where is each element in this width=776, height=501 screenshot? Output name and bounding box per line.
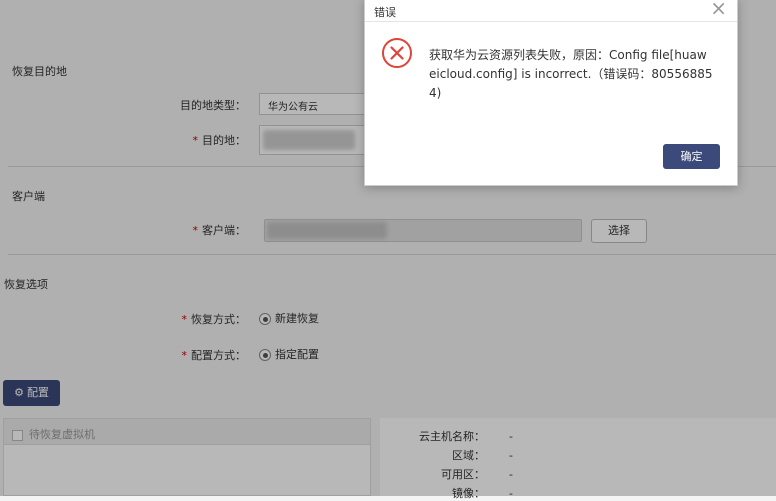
dialog-header: 错误 × xyxy=(365,0,737,22)
error-circle-icon xyxy=(381,37,413,69)
close-icon[interactable]: × xyxy=(710,0,727,19)
error-dialog: 错误 × 获取华为云资源列表失败，原因：Config file[huaweicl… xyxy=(364,0,738,186)
dialog-title: 错误 xyxy=(374,6,396,19)
ok-button[interactable]: 确定 xyxy=(663,144,720,169)
error-message: 获取华为云资源列表失败，原因：Config file[huaweicloud.c… xyxy=(429,48,713,100)
